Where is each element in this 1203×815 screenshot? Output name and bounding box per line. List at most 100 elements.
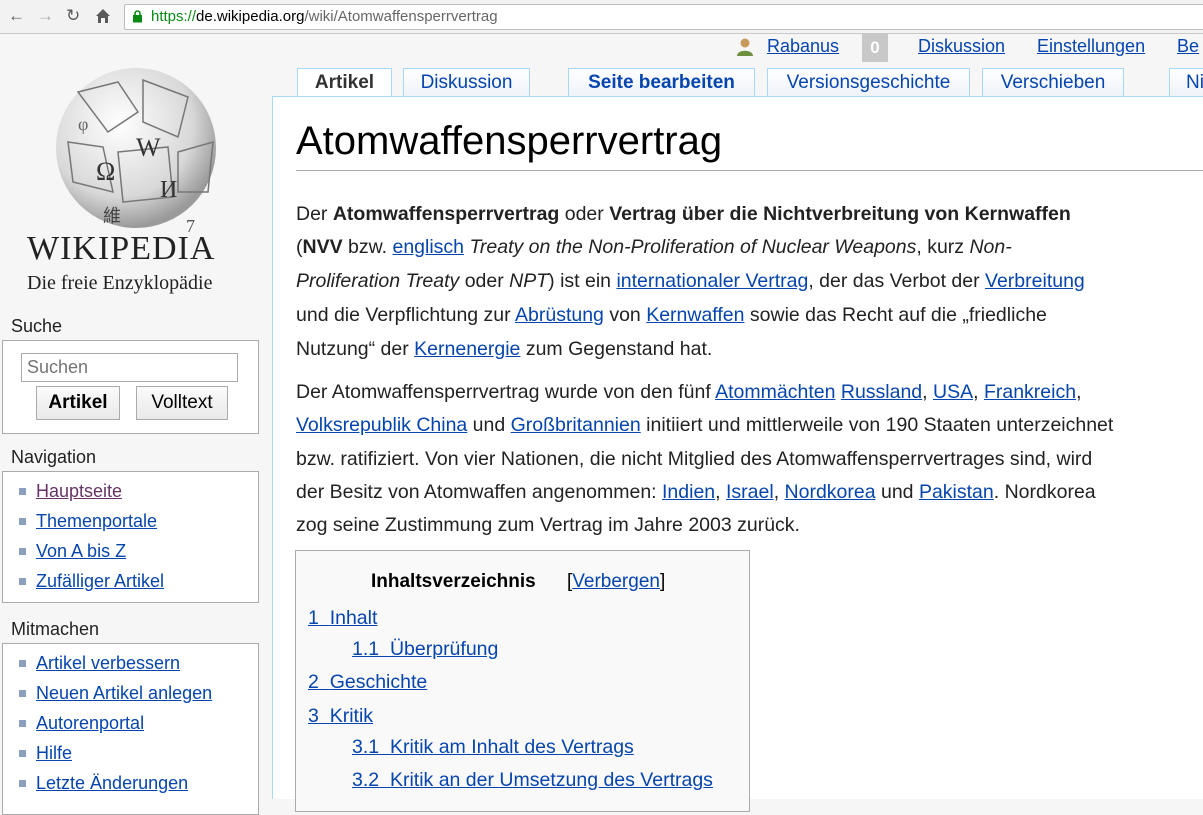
bullet-icon [19,487,26,495]
link-kernwaffen[interactable]: Kernwaffen [646,304,744,326]
link-verbreitung[interactable]: Verbreitung [985,270,1085,292]
tab-more[interactable]: Ni [1169,68,1203,96]
toc-text: Kritik an der Umsetzung des Vertrags [389,769,713,791]
participate-item-hilfe[interactable]: Hilfe [1,742,212,772]
back-arrow-icon[interactable]: ← [8,5,25,27]
tab-discussion[interactable]: Diskussion [403,68,530,96]
link-internationaler-vertrag[interactable]: internationaler Vertrag [616,270,808,292]
toc-number: 3 [308,705,319,727]
link-grossbritannien[interactable]: Großbritannien [511,414,641,436]
wikipedia-tagline: Die freie Enzyklopädie [27,272,213,294]
bullet-icon [19,719,26,727]
url-scheme: https:// [151,8,197,25]
italic-term: NPT [509,270,549,292]
page-title: Atomwaffensperrvertrag [296,119,723,163]
forward-arrow-icon[interactable]: → [37,5,54,27]
text: bzw. ratifiziert. Von vier Nationen, die… [296,448,1093,470]
link-pakistan[interactable]: Pakistan [919,481,994,503]
toc-text: Kritik [329,705,374,727]
nav-item-label[interactable]: Hauptseite [36,481,122,501]
paragraph-2-line-4: der Besitz von Atomwaffen angenommen: In… [296,481,1096,504]
sidebar: Ω W И 維 φ 7 WIKIPEDIA Die freie Enzyklop… [0,34,272,815]
participate-item-label[interactable]: Letzte Änderungen [36,773,188,793]
bracket: ] [659,571,666,592]
participate-item-autorenportal[interactable]: Autorenportal [1,712,212,742]
toc-text: Inhalt [329,607,378,629]
toc-text: Geschichte [329,671,428,693]
nav-item-label[interactable]: Von A bis Z [36,541,126,561]
participate-item-label[interactable]: Hilfe [36,743,72,763]
text: , kurz [916,236,970,258]
text: , [922,381,933,403]
tab-history[interactable]: Versionsgeschichte [767,68,970,96]
link-englisch[interactable]: englisch [392,236,464,258]
bullet-icon [19,689,26,697]
link-abruestung[interactable]: Abrüstung [515,304,604,326]
toc-item[interactable]: 1 Inhalt [308,607,377,630]
link-atommaechten[interactable]: Atommächten [715,381,835,403]
toc-number: 1.1 [352,638,380,660]
link-nordkorea[interactable]: Nordkorea [785,481,876,503]
nav-item-hauptseite[interactable]: Hauptseite [1,480,164,510]
search-article-button[interactable]: Artikel [36,386,120,420]
username-link[interactable]: Rabanus [767,36,839,57]
user-talk-link[interactable]: Diskussion [918,36,1005,57]
tab-edit[interactable]: Seite bearbeiten [568,68,755,96]
search-input[interactable] [21,353,238,382]
paragraph-2-line-2: Volksrepublik China und Großbritannien i… [296,414,1113,437]
text: der Besitz von Atomwaffen angenommen: [296,481,663,503]
text: und [467,414,511,436]
url-host: de.wikipedia.org [196,8,305,25]
participate-portal: Artikel verbessern Neuen Artikel anlegen… [2,643,259,815]
link-israel[interactable]: Israel [726,481,774,503]
address-bar[interactable]: https://de.wikipedia.org/wiki/Atomwaffen… [124,4,1203,30]
nav-item-label[interactable]: Zufälliger Artikel [36,571,164,591]
nav-item-von-a-bis-z[interactable]: Von A bis Z [1,540,164,570]
link-kernenergie[interactable]: Kernenergie [414,338,520,360]
nav-item-themenportale[interactable]: Themenportale [1,510,164,540]
bold-term: NVV [302,236,343,258]
text: , [773,481,785,503]
text: , [1076,381,1082,403]
toc-number: 3.1 [352,736,380,758]
text: , der das Verbot der [808,270,986,292]
bullet-icon [19,547,26,555]
toc-item[interactable]: 3.2 Kritik an der Umsetzung des Vertrags [352,769,713,792]
lock-icon [133,10,142,23]
link-usa[interactable]: USA [933,381,973,403]
text: von [603,304,647,326]
toc-item[interactable]: 3 Kritik [308,705,373,728]
more-personal-link[interactable]: Be [1177,36,1199,57]
nav-item-zufaelliger-artikel[interactable]: Zufälliger Artikel [1,570,164,600]
paragraph-1-line-5: Nutzung“ der Kernenergie zum Gegenstand … [296,338,712,361]
home-icon[interactable] [95,5,111,30]
tab-article[interactable]: Artikel [297,68,392,98]
participate-item-label[interactable]: Autorenportal [36,713,144,733]
toc-hide-link[interactable]: Verbergen [572,571,660,592]
text: und die Verpflichtung zur [296,304,515,326]
participate-item-artikel-verbessern[interactable]: Artikel verbessern [1,652,212,682]
search-fulltext-button[interactable]: Volltext [136,386,228,420]
text: zog seine Zustimmung zum Vertrag im Jahr… [296,514,800,536]
toc-item[interactable]: 3.1 Kritik am Inhalt des Vertrags [352,736,634,759]
link-frankreich[interactable]: Frankreich [984,381,1076,403]
notifications-badge[interactable]: 0 [862,33,888,62]
text: Der Atomwaffensperrvertrag wurde von den… [296,381,716,403]
participate-heading: Mitmachen [11,619,100,639]
reload-icon[interactable]: ↻ [66,5,80,27]
content-area: Atomwaffensperrvertrag Der Atomwaffenspe… [272,96,1203,812]
navigation-portal: Hauptseite Themenportale Von A bis Z Zuf… [2,471,259,603]
participate-item-label[interactable]: Neuen Artikel anlegen [36,683,212,703]
link-volksrepublik-china[interactable]: Volksrepublik China [296,414,467,436]
preferences-link[interactable]: Einstellungen [1037,36,1145,57]
tab-move[interactable]: Verschieben [982,68,1124,96]
participate-item-neuen-artikel[interactable]: Neuen Artikel anlegen [1,682,212,712]
participate-item-label[interactable]: Artikel verbessern [36,653,180,673]
browser-toolbar: ← → ↻ https://de.wikipedia.org/wiki/Atom… [0,0,1203,34]
nav-item-label[interactable]: Themenportale [36,511,157,531]
paragraph-1-line-2: (NVV bzw. englisch Treaty on the Non-Pro… [296,236,1012,259]
toc-item[interactable]: 1.1 Überprüfung [352,638,498,661]
toc-item[interactable]: 2 Geschichte [308,671,427,694]
link-indien[interactable]: Indien [662,481,715,503]
link-russland[interactable]: Russland [841,381,922,403]
